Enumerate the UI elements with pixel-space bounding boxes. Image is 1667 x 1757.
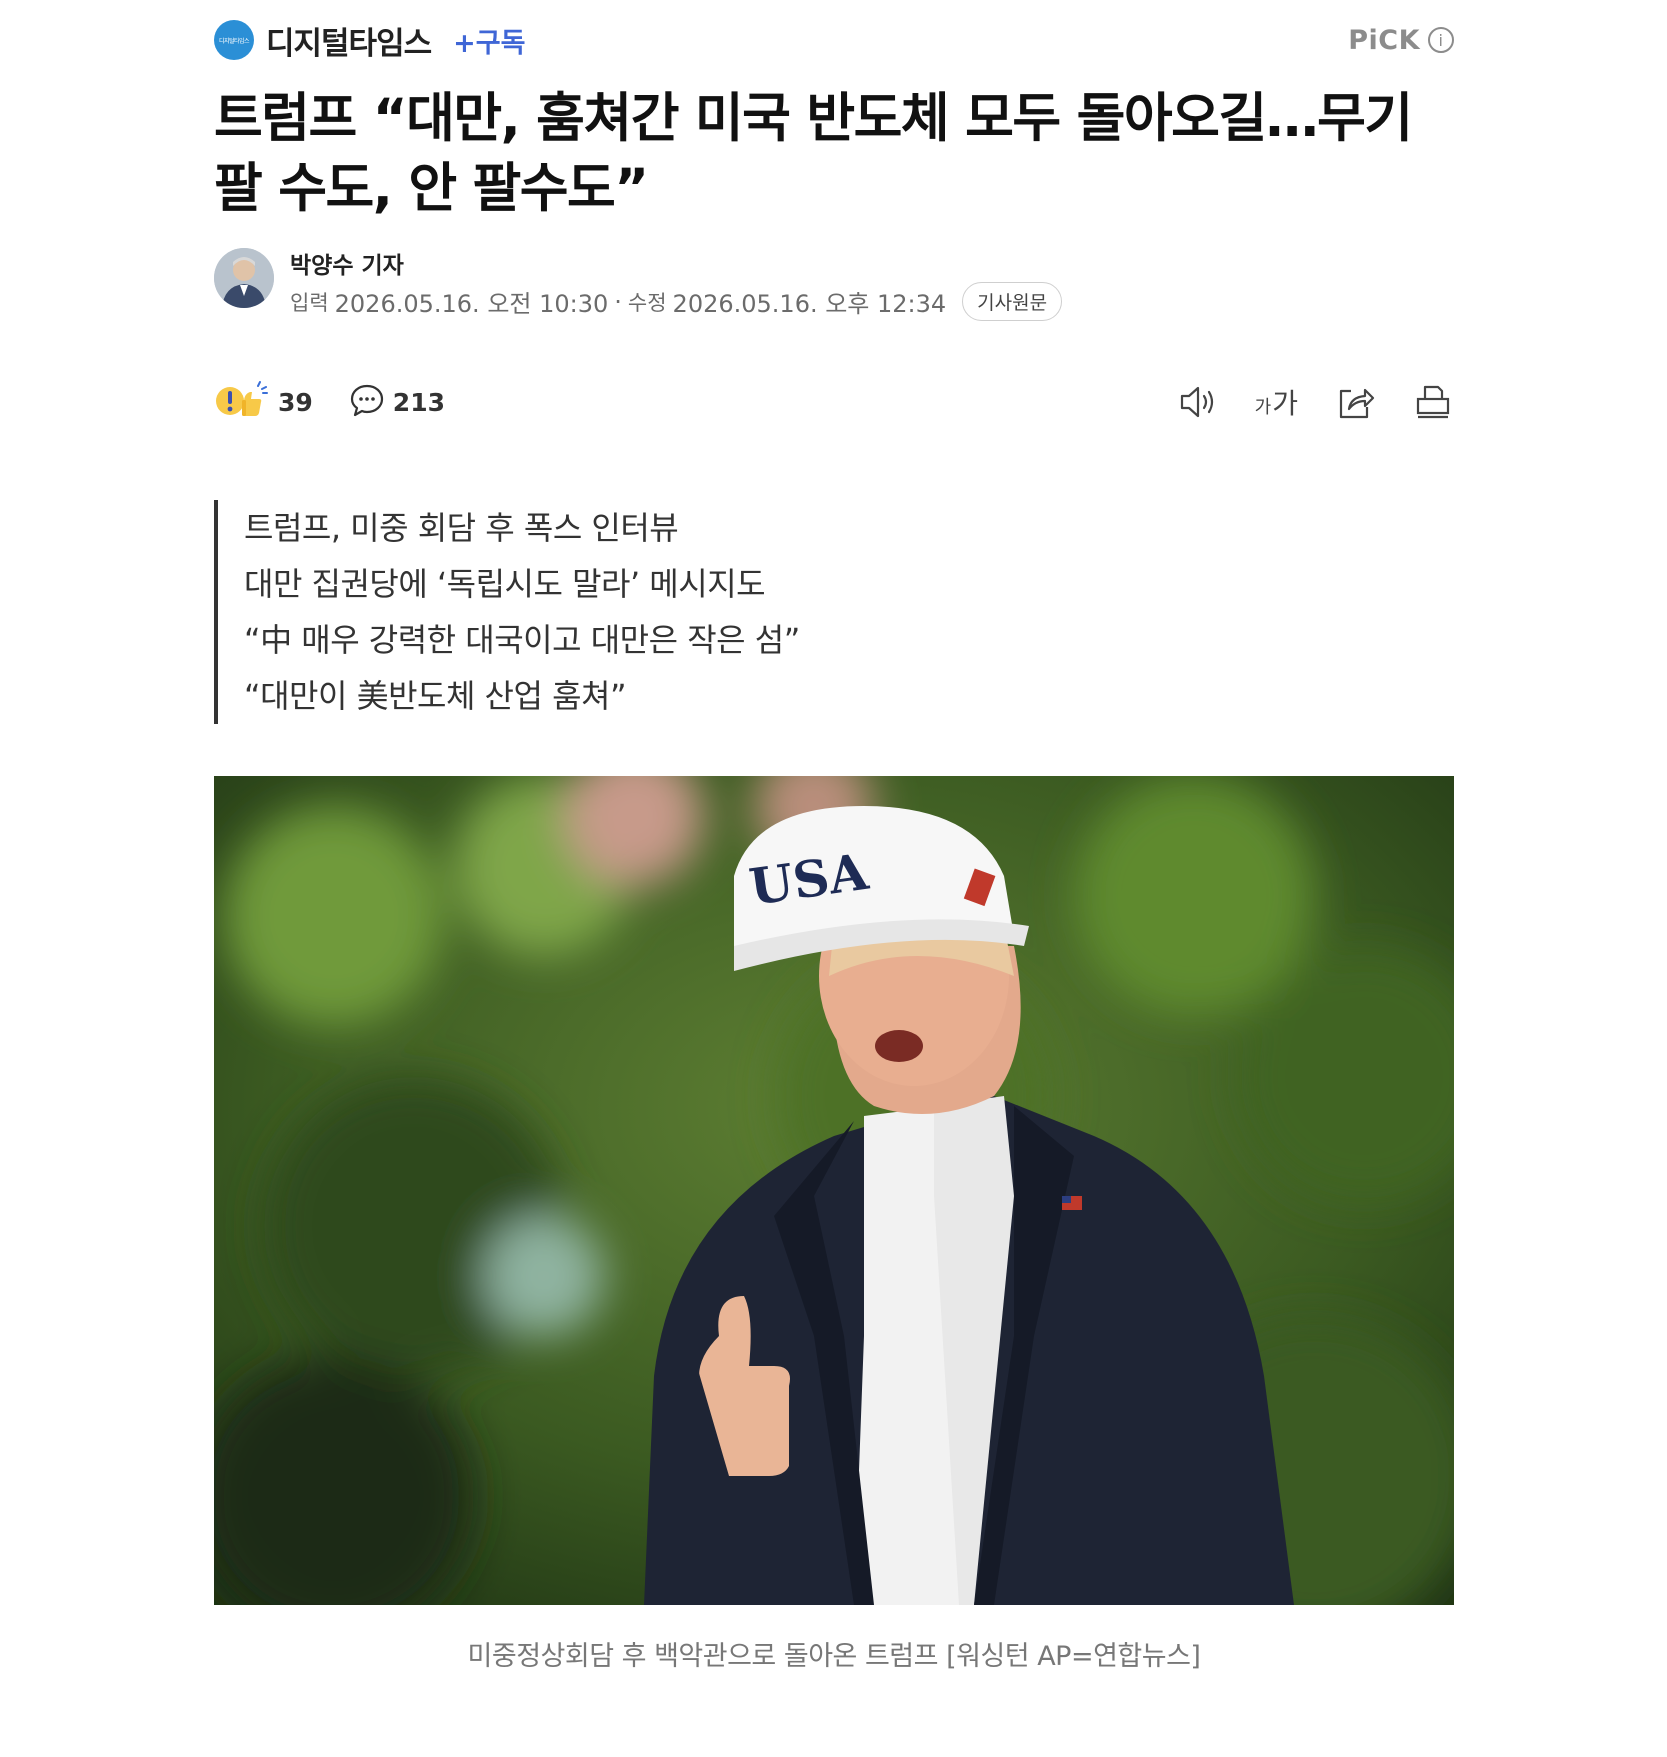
font-size-button[interactable]: 가 가 bbox=[1255, 382, 1298, 422]
font-size-small: 가 bbox=[1254, 397, 1272, 418]
article-summary: 트럼프, 미중 회담 후 폭스 인터뷰 대만 집권당에 ‘독립시도 말라’ 메시… bbox=[214, 500, 1454, 724]
pick-label: PiCK bbox=[1348, 24, 1420, 56]
date-separator: · bbox=[614, 287, 622, 316]
speaker-icon[interactable] bbox=[1177, 381, 1219, 423]
photo-illustration: USA bbox=[214, 776, 1454, 1605]
photo-caption: 미중정상회담 후 백악관으로 돌아온 트럼프 [워싱턴 AP=연합뉴스] bbox=[467, 1641, 1201, 1672]
reporter-name[interactable]: 박양수 기자 bbox=[290, 246, 404, 280]
reaction-emoji-icon bbox=[214, 380, 270, 424]
reaction-button[interactable]: 39 bbox=[214, 380, 313, 424]
font-size-large: 가 bbox=[1272, 387, 1298, 420]
summary-line: “中 매우 강력한 대국이고 대만은 작은 섬” bbox=[244, 621, 800, 659]
input-label: 입력 bbox=[290, 290, 329, 315]
article-headline: 트럼프 “대만, 훔쳐간 미국 반도체 모두 돌아오길…무기 팔 수도, 안 팔… bbox=[214, 88, 1413, 219]
print-icon[interactable] bbox=[1412, 381, 1454, 423]
press-name[interactable]: 디지털타임스 bbox=[266, 18, 432, 63]
comment-count: 213 bbox=[392, 387, 445, 417]
article-page: 디지털타임스 디지털타임스 +구독 PiCK i 트럼프 “대만, 훔쳐간 미국… bbox=[0, 0, 1667, 1757]
summary-line: 트럼프, 미중 회담 후 폭스 인터뷰 bbox=[244, 509, 679, 547]
article-dates: 입력 2026.05.16. 오전 10:30 · 수정 2026.05.16.… bbox=[290, 282, 1063, 321]
comment-bubble-icon bbox=[349, 382, 385, 422]
press-logo[interactable]: 디지털타임스 bbox=[214, 20, 254, 60]
press-logo-text: 디지털타임스 bbox=[218, 37, 250, 45]
input-date: 2026.05.16. 오전 10:30 bbox=[334, 290, 609, 318]
reaction-count: 39 bbox=[278, 387, 313, 417]
reporter-avatar[interactable] bbox=[214, 248, 274, 308]
edit-date: 2026.05.16. 오후 12:34 bbox=[672, 290, 947, 318]
share-icon[interactable] bbox=[1334, 381, 1376, 423]
original-article-button[interactable]: 기사원문 bbox=[962, 282, 1063, 321]
summary-line: 대만 집권당에 ‘독립시도 말라’ 메시지도 bbox=[244, 565, 766, 603]
article-photo[interactable]: USA bbox=[214, 776, 1454, 1605]
article-actions: 39 213 가 가 bbox=[214, 378, 1454, 426]
press-header: 디지털타임스 디지털타임스 +구독 PiCK i bbox=[214, 18, 1454, 62]
info-icon[interactable]: i bbox=[1428, 27, 1454, 53]
byline: 박양수 기자 입력 2026.05.16. 오전 10:30 · 수정 2026… bbox=[214, 246, 1454, 321]
article-tools: 가 가 bbox=[1141, 381, 1454, 423]
pick-badge: PiCK i bbox=[1348, 25, 1454, 56]
edit-label: 수정 bbox=[627, 290, 667, 315]
subscribe-button[interactable]: +구독 bbox=[453, 21, 525, 60]
comment-button[interactable]: 213 bbox=[349, 382, 445, 422]
info-symbol: i bbox=[1438, 30, 1444, 50]
summary-line: “대만이 美반도체 산업 훔쳐” bbox=[244, 677, 627, 715]
